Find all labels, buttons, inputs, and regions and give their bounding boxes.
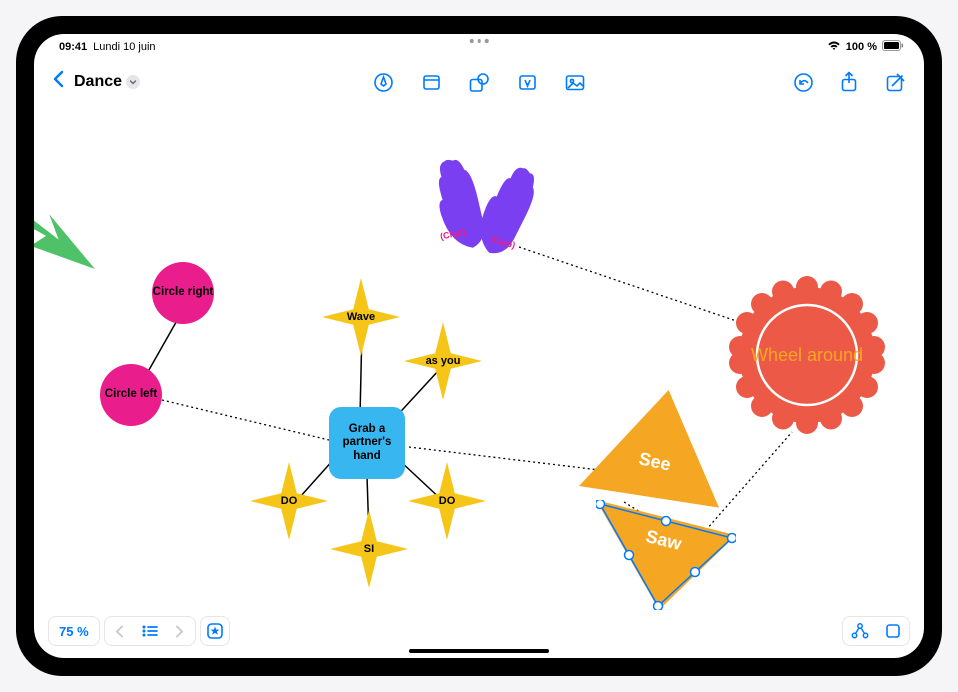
- star-si-label: SI: [364, 543, 374, 556]
- share-button[interactable]: [838, 71, 860, 93]
- star-wave-label: Wave: [347, 311, 375, 324]
- circle-right-label: Circle right: [153, 286, 214, 299]
- media-tool-button[interactable]: [564, 71, 586, 93]
- battery-icon: [882, 40, 904, 54]
- prev-scene-button[interactable]: [105, 617, 135, 645]
- star-do-left-label: DO: [281, 495, 298, 508]
- undo-button[interactable]: [792, 71, 814, 93]
- circle-left-node[interactable]: Circle left: [100, 364, 162, 426]
- scenes-list-button[interactable]: [135, 617, 165, 645]
- star-do-right-node[interactable]: DO: [408, 462, 486, 540]
- screen: 09:41 Lundi 10 juin 100 % Dan: [34, 34, 924, 658]
- clap-hands-shape[interactable]: (Clap) (Clap): [404, 147, 554, 262]
- bottom-toolbar-left: 75 %: [48, 616, 230, 646]
- back-button[interactable]: [52, 70, 64, 94]
- graph-view-button[interactable]: [843, 617, 876, 645]
- circle-right-node[interactable]: Circle right: [152, 262, 214, 324]
- center-box-label: Grab a partner's hand: [333, 423, 401, 463]
- zoom-level-label: 75 %: [59, 624, 89, 639]
- star-asyou-label: as you: [426, 355, 461, 368]
- pen-tool-button[interactable]: [372, 71, 394, 93]
- app-toolbar: Dance: [34, 62, 924, 102]
- bottom-toolbar-right: [842, 616, 910, 646]
- compose-button[interactable]: [884, 71, 906, 93]
- star-si-node[interactable]: SI: [330, 510, 408, 588]
- selection-outline: [596, 500, 736, 610]
- green-arrow-shape[interactable]: [34, 197, 124, 277]
- center-box-node[interactable]: Grab a partner's hand: [329, 407, 405, 479]
- zoom-level-button[interactable]: 75 %: [48, 616, 100, 646]
- status-date: Lundi 10 juin: [93, 41, 155, 53]
- star-wave-node[interactable]: Wave: [322, 278, 400, 356]
- board-title-label: Dance: [74, 73, 122, 91]
- text-tool-button[interactable]: [516, 71, 538, 93]
- saw-triangle-node[interactable]: Saw: [596, 500, 736, 610]
- status-bar: 09:41 Lundi 10 juin 100 %: [34, 34, 924, 56]
- home-indicator[interactable]: [409, 649, 549, 654]
- minimap-button[interactable]: [876, 617, 909, 645]
- status-time: 09:41: [59, 41, 87, 53]
- board-title-dropdown[interactable]: Dance: [74, 73, 140, 91]
- wheel-label: Wheel around: [751, 345, 863, 366]
- star-asyou-node[interactable]: as you: [404, 322, 482, 400]
- shape-tool-button[interactable]: [468, 71, 490, 93]
- next-scene-button[interactable]: [165, 617, 195, 645]
- star-do-right-label: DO: [439, 495, 456, 508]
- see-triangle-node[interactable]: See: [579, 390, 719, 510]
- star-do-left-node[interactable]: DO: [250, 462, 328, 540]
- status-battery: 100 %: [846, 41, 877, 53]
- ipad-frame: 09:41 Lundi 10 juin 100 % Dan: [16, 16, 942, 676]
- wheel-around-node[interactable]: Wheel around: [727, 275, 887, 435]
- favorite-scene-button[interactable]: [200, 616, 230, 646]
- multitask-dots[interactable]: [470, 39, 489, 43]
- freeform-canvas[interactable]: (Clap) (Clap) Circle right Circle left G…: [34, 102, 924, 658]
- chevron-down-icon: [126, 75, 140, 89]
- wifi-icon: [827, 40, 841, 54]
- circle-left-label: Circle left: [105, 388, 157, 401]
- scene-navigator: [104, 616, 196, 646]
- sticky-note-tool-button[interactable]: [420, 71, 442, 93]
